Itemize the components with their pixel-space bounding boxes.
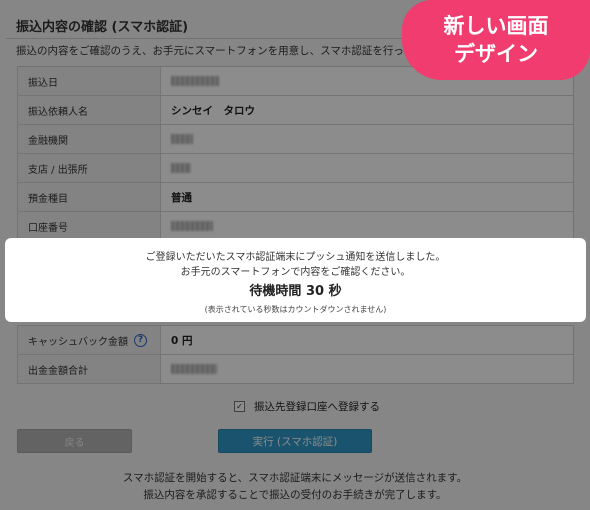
new-design-badge: 新しい画面 デザイン xyxy=(402,0,590,80)
modal-countdown-note: (表示されている秒数はカウントダウンされません) xyxy=(204,305,387,314)
modal-message-line2: お手元のスマートフォンで内容をご確認ください。 xyxy=(180,267,411,278)
modal-wait-time: 待機時間 30 秒 xyxy=(249,284,342,299)
push-notification-modal: ご登録いただいたスマホ認証端末にプッシュ通知を送信しました。 お手元のスマートフ… xyxy=(5,238,586,322)
badge-line2: デザイン xyxy=(454,42,538,66)
modal-message-line1: ご登録いただいたスマホ認証端末にプッシュ通知を送信しました。 xyxy=(145,252,446,263)
badge-line1: 新しい画面 xyxy=(443,14,549,38)
